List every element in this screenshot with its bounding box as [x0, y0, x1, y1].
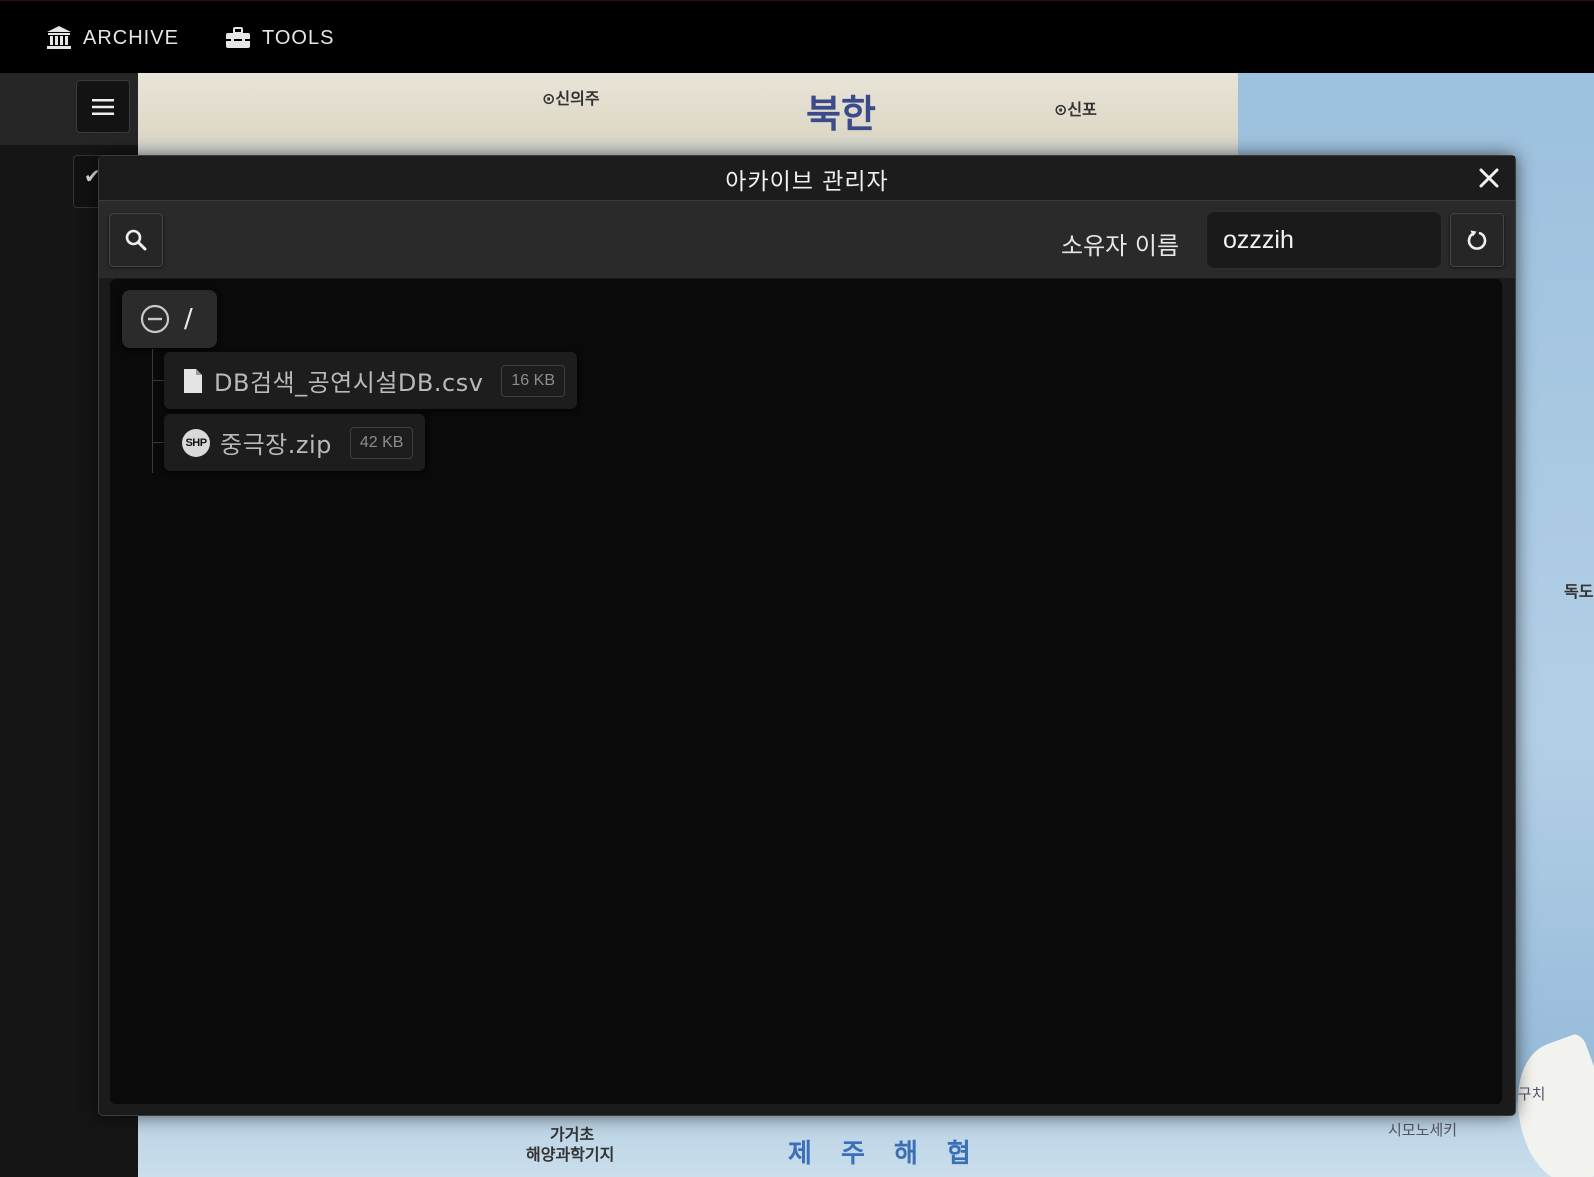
- toolbox-icon: [226, 27, 250, 48]
- map-label-shimonoseki: 시모노세키: [1388, 1121, 1458, 1139]
- refresh-icon: [1467, 230, 1487, 250]
- map-label-jeju-strait: 제 주 해 협: [788, 1139, 981, 1169]
- nav-tools-label: TOOLS: [262, 26, 335, 49]
- map-label-bukhan: 북한: [806, 92, 876, 136]
- file-size-badge: 42 KB: [349, 426, 414, 459]
- map-label-dokdo: 독도: [1564, 582, 1594, 601]
- close-button[interactable]: [1477, 166, 1501, 190]
- map-label-sinuiju: ⊙신의주: [542, 89, 600, 108]
- collapse-icon: [140, 304, 170, 334]
- archive-manager-dialog: 아카이브 관리자 소유자 이름 /: [98, 155, 1516, 1116]
- tree-file-item[interactable]: DB검색_공연시설DB.csv 16 KB: [164, 352, 577, 409]
- owner-name-label: 소유자 이름: [1061, 232, 1180, 260]
- map-label-sinpo: ⊙신포: [1054, 100, 1097, 119]
- hamburger-icon: [92, 98, 114, 115]
- tree-connector-line: [152, 349, 153, 473]
- tree-file-item[interactable]: SHP 중극장.zip 42 KB: [164, 414, 426, 471]
- bank-icon: [47, 26, 71, 49]
- tree-root-node[interactable]: /: [122, 290, 217, 348]
- tree-connector-tick: [152, 442, 164, 443]
- file-icon: [184, 368, 202, 393]
- tree-connector-tick: [152, 380, 164, 381]
- dialog-title: 아카이브 관리자: [725, 169, 889, 195]
- shp-icon: SHP: [182, 428, 210, 457]
- file-tree-panel: / DB검색_공연시설DB.csv 16 KB SHP 중극장.zip 42 K…: [110, 279, 1502, 1104]
- file-name: 중극장.zip: [220, 431, 332, 459]
- tree-root-label: /: [184, 304, 193, 334]
- menu-button[interactable]: [76, 80, 130, 133]
- dialog-header: 아카이브 관리자: [99, 156, 1515, 201]
- top-navbar: ARCHIVE TOOLS: [0, 0, 1594, 73]
- file-size-badge: 16 KB: [501, 364, 565, 397]
- search-button[interactable]: [109, 213, 163, 267]
- nav-archive[interactable]: ARCHIVE: [46, 23, 179, 53]
- nav-archive-label: ARCHIVE: [83, 26, 179, 49]
- map-label-ocean-base: 해양과학기지: [526, 1145, 615, 1164]
- search-icon: [125, 229, 147, 251]
- refresh-button[interactable]: [1450, 213, 1504, 267]
- close-icon: [1479, 168, 1499, 188]
- owner-name-input[interactable]: [1206, 211, 1442, 269]
- dialog-toolbar: 소유자 이름: [99, 201, 1515, 278]
- file-name: DB검색_공연시설DB.csv: [214, 369, 484, 397]
- nav-tools[interactable]: TOOLS: [225, 23, 334, 53]
